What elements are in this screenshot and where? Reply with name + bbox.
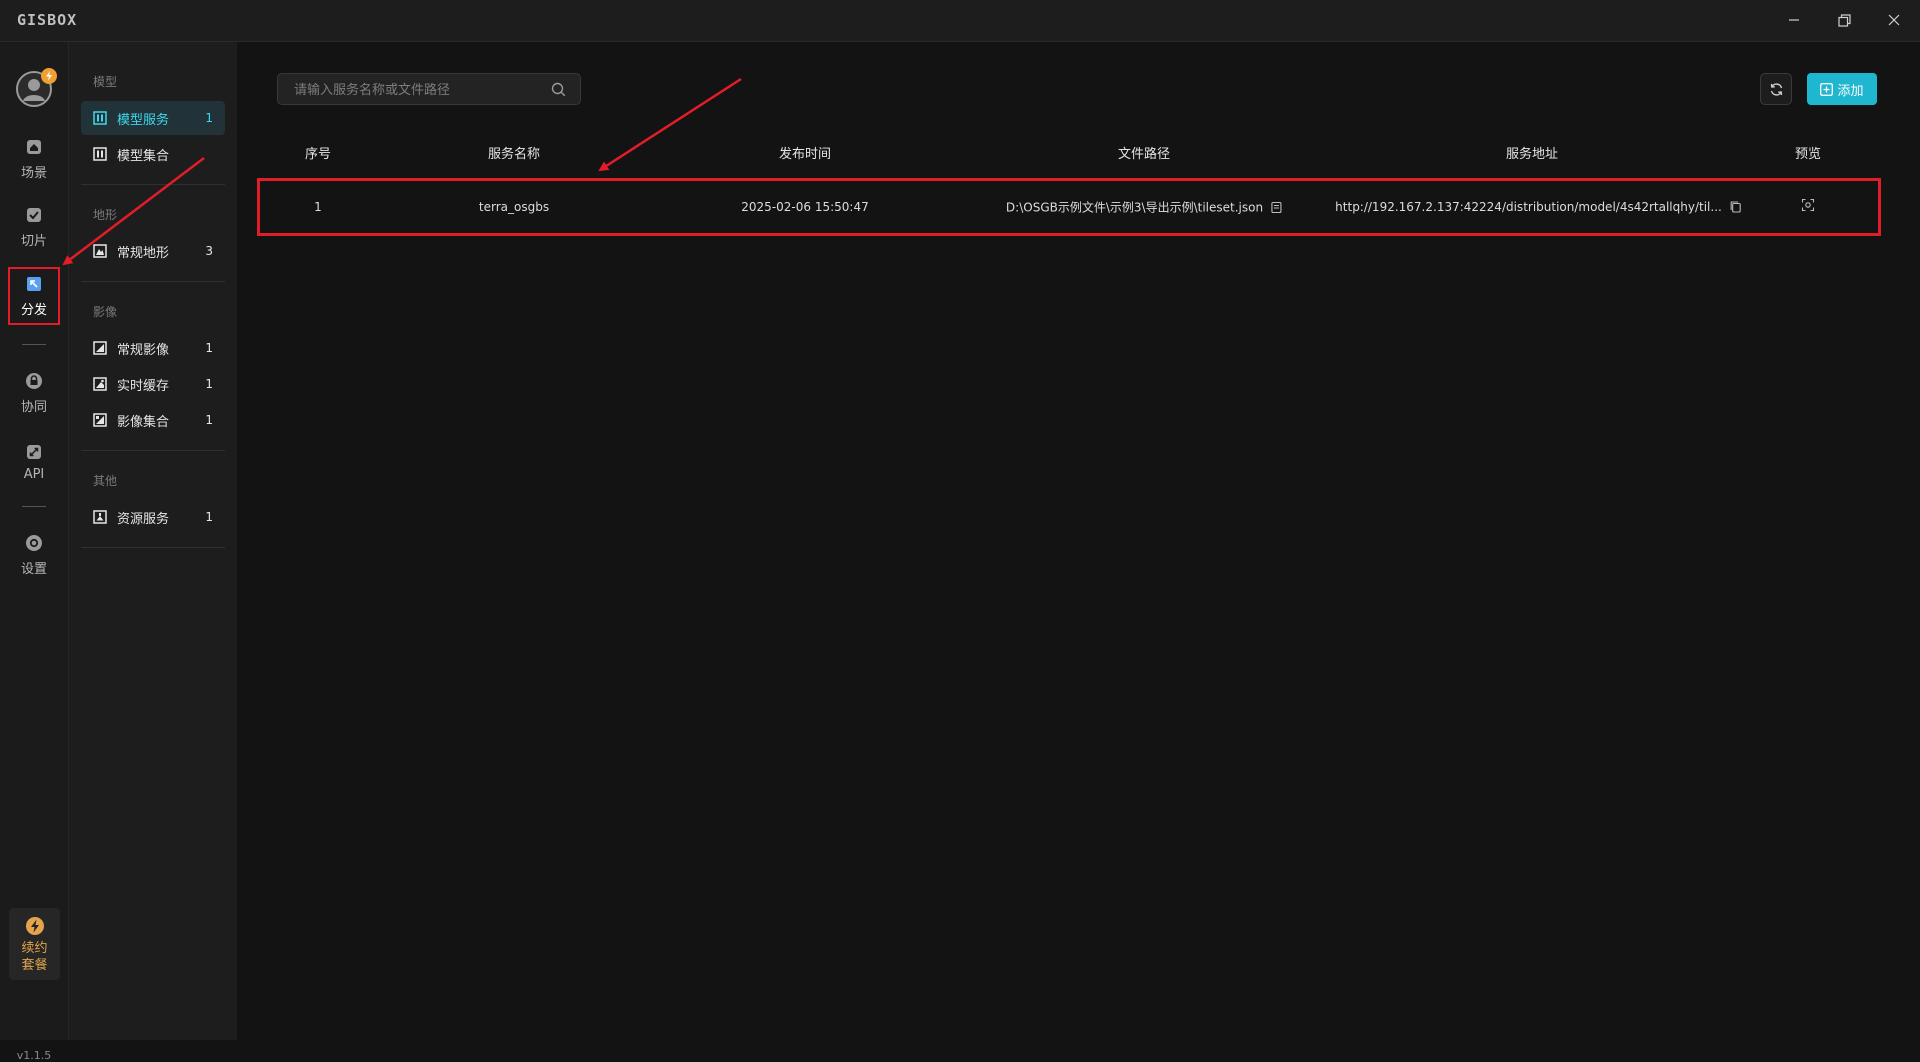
panel-item-count: 1 (205, 111, 213, 125)
group-title-other: 其他 (93, 474, 118, 488)
column-header-path: 文件路径 (1117, 147, 1171, 162)
rail-item-label: 切片 (20, 233, 47, 249)
panel-item-label: 资源服务 (117, 511, 170, 527)
cell-url: http://192.167.2.137:42224/distribution/… (1335, 200, 1741, 214)
close-button[interactable] (1881, 8, 1907, 32)
imagery-collection-icon (93, 413, 107, 427)
app-logo: GISBOX (17, 11, 78, 29)
minimize-button[interactable] (1781, 8, 1807, 32)
rail-item-label: 设置 (20, 561, 47, 577)
panel-item-imagery-collection[interactable]: 影像集合 1 (81, 403, 225, 437)
copy-url-icon[interactable] (1730, 201, 1741, 213)
panel-item-count: 3 (205, 244, 213, 258)
resource-service-icon (93, 510, 107, 524)
panel-item-resource-service[interactable]: 资源服务 1 (81, 500, 225, 534)
lightning-icon (25, 917, 44, 935)
home-icon (27, 139, 41, 154)
title-bar: GISBOX (0, 0, 1920, 42)
panel-item-model-collection[interactable]: 模型集合 (81, 137, 225, 171)
cell-path-text: D:\OSGB示例文件\示例3\导出示例\tileset.json (1005, 200, 1264, 215)
panel-divider (81, 547, 225, 548)
panel-divider (81, 184, 225, 185)
rail-item-tile[interactable]: 切片 (8, 198, 60, 256)
rail-item-collab[interactable]: 协同 (8, 364, 60, 422)
panel-divider (81, 450, 225, 451)
cell-name: terra_osgbs (478, 200, 550, 214)
panel-item-realtime-cache[interactable]: 实时缓存 1 (81, 367, 225, 401)
group-title-imagery: 影像 (93, 305, 118, 319)
api-icon (27, 444, 41, 459)
group-title-terrain: 地形 (93, 208, 118, 222)
panel-item-count: 1 (205, 413, 213, 427)
distribution-icon (27, 276, 41, 291)
vip-badge (41, 68, 57, 84)
panel-item-label: 模型集合 (117, 148, 170, 164)
panel-item-count: 1 (205, 341, 213, 355)
column-header-time: 发布时间 (778, 147, 832, 162)
rail-divider (22, 344, 46, 345)
lock-icon (26, 372, 42, 389)
annotation-arrows (62, 77, 742, 266)
refresh-icon (1770, 82, 1782, 96)
nav-rail: 场景 切片 分发 协同 API 设置 续约套餐 v1.1.5 (0, 42, 69, 1062)
lightning-icon (46, 71, 52, 81)
rail-item-label: API (23, 466, 45, 482)
add-icon (1820, 82, 1834, 96)
restore-button[interactable] (1831, 8, 1857, 32)
search-icon[interactable] (551, 82, 566, 97)
panel-item-model-service[interactable]: 模型服务 1 (81, 101, 225, 135)
cell-preview (1801, 198, 1815, 212)
category-panel: 模型 模型服务 1 模型集合 地形 常规地形 3 影像 常规影像 1 实时缓存 … (69, 42, 237, 1040)
cell-path: D:\OSGB示例文件\示例3\导出示例\tileset.json (1006, 199, 1282, 216)
search-input[interactable] (278, 74, 554, 104)
rail-item-label: 分发 (20, 302, 47, 318)
renew-plan-label: 续约套餐 (21, 941, 48, 973)
cell-url-text: http://192.167.2.137:42224/distribution/… (1335, 200, 1722, 214)
panel-item-label: 影像集合 (117, 414, 170, 430)
panel-item-label: 模型服务 (117, 112, 170, 128)
rail-divider (22, 506, 46, 507)
cell-index: 1 (314, 200, 322, 214)
rail-item-scene[interactable]: 场景 (8, 130, 60, 188)
add-button-label: 添加 (1837, 82, 1864, 98)
rail-item-settings[interactable]: 设置 (8, 526, 60, 584)
column-header-name: 服务名称 (487, 147, 541, 162)
cell-time: 2025-02-06 15:50:47 (741, 200, 869, 214)
panel-item-terrain[interactable]: 常规地形 3 (81, 234, 225, 268)
column-header-preview: 预览 (1794, 147, 1822, 162)
column-header-index: 序号 (304, 147, 332, 162)
rail-item-distribution[interactable]: 分发 (8, 267, 60, 325)
version-label: v1.1.5 (16, 1049, 52, 1062)
rail-item-label: 场景 (20, 165, 47, 181)
preview-icon[interactable] (1801, 198, 1815, 212)
panel-item-label: 常规影像 (117, 342, 170, 358)
refresh-button[interactable] (1760, 73, 1792, 105)
column-header-url: 服务地址 (1505, 147, 1559, 162)
model-service-icon (93, 111, 107, 125)
group-title-model: 模型 (93, 75, 118, 89)
model-collection-icon (93, 147, 107, 161)
add-button[interactable]: 添加 (1807, 73, 1877, 105)
imagery-icon (93, 341, 107, 355)
panel-item-count: 1 (205, 377, 213, 391)
minimize-icon (1789, 19, 1799, 21)
renew-plan-button[interactable]: 续约套餐 (9, 908, 60, 980)
panel-item-count: 1 (205, 510, 213, 524)
panel-item-label: 常规地形 (117, 245, 170, 261)
copy-path-icon[interactable] (1271, 201, 1282, 213)
panel-item-imagery[interactable]: 常规影像 1 (81, 331, 225, 365)
rail-item-label: 协同 (20, 399, 47, 415)
realtime-cache-icon (93, 377, 107, 391)
gear-icon (26, 534, 42, 551)
tile-icon (27, 207, 41, 222)
rail-item-api[interactable]: API (8, 433, 60, 491)
restore-icon (1837, 13, 1851, 27)
search-box (277, 73, 581, 105)
panel-item-label: 实时缓存 (117, 378, 170, 394)
terrain-icon (93, 244, 107, 258)
close-icon (1888, 14, 1900, 26)
annotation-arrow-row (598, 77, 742, 172)
panel-divider (81, 281, 225, 282)
